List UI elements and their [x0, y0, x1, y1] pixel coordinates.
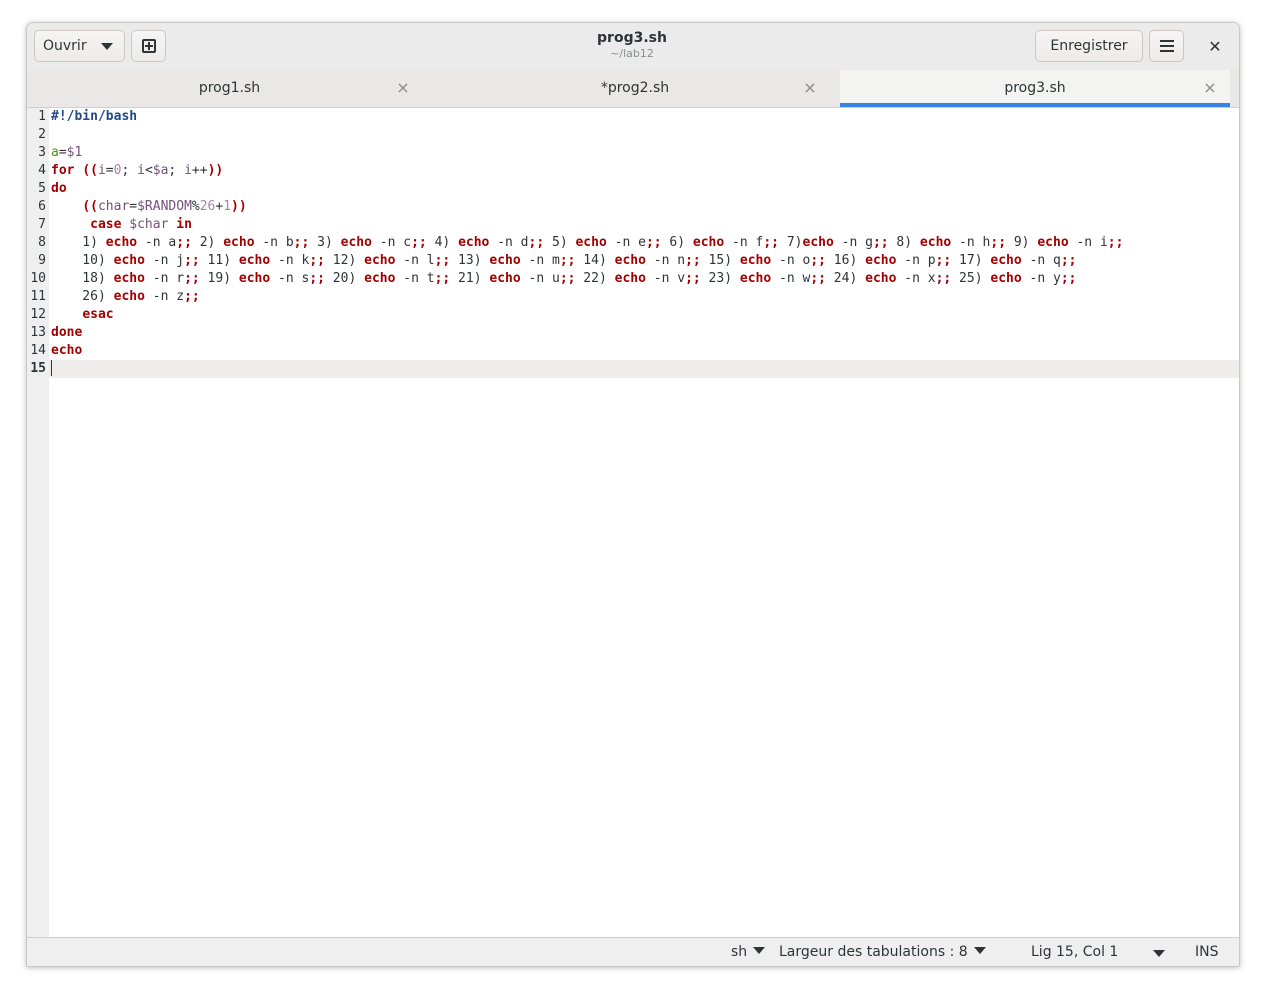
chevron-down-icon	[101, 43, 113, 50]
line-number-gutter: 1 2 3 4 5 6 7 8 9 10 11 12 13 14 15	[27, 108, 49, 937]
line-number: 8	[38, 235, 46, 250]
line-number: 2	[38, 127, 46, 142]
chevron-down-icon	[973, 947, 986, 954]
gedit-window: Ouvrir prog3.sh ~/lab12 Enregistrer ✕ pr…	[26, 22, 1240, 967]
code-line[interactable]: do	[51, 180, 1123, 198]
line-number: 6	[38, 199, 46, 214]
tab-width-label: Largeur des tabulations : 8	[779, 944, 968, 960]
window-title-block: prog3.sh ~/lab12	[507, 29, 757, 61]
code-line[interactable]: echo	[51, 342, 1123, 360]
code-line[interactable]	[51, 126, 1123, 144]
line-number: 5	[38, 181, 46, 196]
tab-prog3[interactable]: prog3.sh ×	[840, 70, 1230, 107]
line-number: 3	[38, 145, 46, 160]
save-button-label: Enregistrer	[1050, 38, 1128, 54]
code-line[interactable]: done	[51, 324, 1123, 342]
open-button-label: Ouvrir	[43, 38, 87, 54]
language-label: sh	[731, 944, 748, 960]
tab-label: prog3.sh	[1004, 80, 1066, 96]
code-line[interactable]: 18) echo -n r;; 19) echo -n s;; 20) echo…	[51, 270, 1123, 288]
hamburger-menu-icon	[1159, 40, 1174, 52]
new-document-icon	[141, 39, 156, 53]
code-line[interactable]: case $char in	[51, 216, 1123, 234]
cursor-position-label: Lig 15, Col 1	[1031, 944, 1119, 960]
close-tab-icon[interactable]: ×	[394, 78, 412, 97]
tab-label: *prog2.sh	[600, 80, 670, 96]
code-line[interactable]: esac	[51, 306, 1123, 324]
cursor-position-selector[interactable]: Lig 15, Col 1	[1031, 944, 1165, 960]
code-line[interactable]: #!/bin/bash	[51, 108, 1123, 126]
chevron-down-icon	[753, 947, 766, 954]
line-number: 9	[38, 253, 46, 268]
code-line[interactable]: ((char=$RANDOM%26+1))	[51, 198, 1123, 216]
code-line[interactable]: 10) echo -n j;; 11) echo -n k;; 12) echo…	[51, 252, 1123, 270]
close-tab-icon[interactable]: ×	[1201, 78, 1219, 97]
status-bar: sh Largeur des tabulations : 8 Lig 15, C…	[27, 937, 1239, 966]
line-number: 14	[30, 343, 46, 358]
text-editor[interactable]: 1 2 3 4 5 6 7 8 9 10 11 12 13 14 15 #!/b…	[27, 108, 1239, 937]
close-tab-icon[interactable]: ×	[801, 78, 819, 97]
close-window-button[interactable]: ✕	[1201, 37, 1229, 57]
chevron-down-icon	[1153, 950, 1165, 957]
text-cursor	[51, 360, 52, 376]
code-line[interactable]	[51, 360, 1123, 378]
tab-bar: prog1.sh × *prog2.sh × prog3.sh ×	[27, 70, 1239, 108]
code-line[interactable]: 1) echo -n a;; 2) echo -n b;; 3) echo -n…	[51, 234, 1123, 252]
line-number: 4	[38, 163, 46, 178]
line-number: 13	[30, 325, 46, 340]
line-number: 12	[30, 307, 46, 322]
insert-mode-indicator[interactable]: INS	[1195, 944, 1219, 960]
line-number: 10	[30, 271, 46, 286]
language-selector[interactable]: sh	[731, 944, 766, 960]
line-number-current: 15	[30, 361, 46, 376]
open-button[interactable]: Ouvrir	[34, 30, 125, 62]
window-subtitle: ~/lab12	[610, 47, 654, 60]
tab-label: prog1.sh	[198, 80, 261, 96]
tab-prog2[interactable]: *prog2.sh ×	[432, 70, 838, 107]
new-tab-button[interactable]	[131, 30, 166, 62]
line-number: 7	[38, 217, 46, 232]
code-line[interactable]: a=$1	[51, 144, 1123, 162]
code-area[interactable]: #!/bin/bash a=$1 for ((i=0; i<$a; i++)) do …	[51, 108, 1123, 378]
window-title: prog3.sh	[597, 30, 667, 46]
header-bar: Ouvrir prog3.sh ~/lab12 Enregistrer ✕	[27, 23, 1239, 71]
tab-prog1[interactable]: prog1.sh ×	[27, 70, 432, 107]
code-line[interactable]: 26) echo -n z;;	[51, 288, 1123, 306]
line-number: 11	[30, 289, 46, 304]
line-number: 1	[38, 109, 46, 124]
code-line[interactable]: for ((i=0; i<$a; i++))	[51, 162, 1123, 180]
tab-width-selector[interactable]: Largeur des tabulations : 8	[779, 944, 986, 960]
save-button[interactable]: Enregistrer	[1035, 30, 1143, 62]
main-menu-button[interactable]	[1149, 30, 1184, 62]
